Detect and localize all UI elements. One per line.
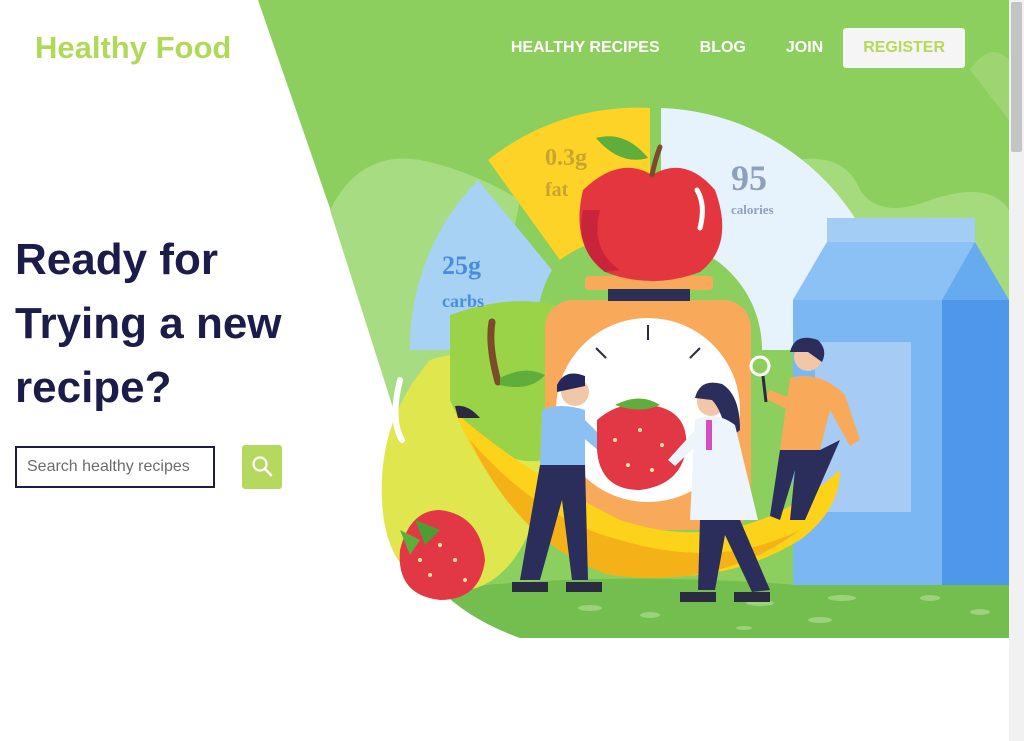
search-button[interactable]: [242, 445, 282, 489]
carbs-label: carbs: [442, 291, 484, 311]
calories-label: calories: [731, 202, 774, 217]
brand-logo[interactable]: Healthy Food: [35, 30, 231, 66]
fat-label: fat: [545, 179, 569, 201]
carbs-value: 25g: [442, 251, 481, 280]
page-scrollbar[interactable]: [1009, 0, 1024, 741]
nav-blog[interactable]: BLOG: [700, 28, 746, 68]
search-icon: [251, 455, 273, 480]
register-button[interactable]: REGISTER: [843, 28, 965, 68]
calories-value: 95: [731, 158, 767, 198]
main-nav: HEALTHY RECIPES BLOG JOIN REGISTER: [471, 28, 965, 68]
search-input[interactable]: [15, 446, 215, 488]
hero-headline: Ready for Trying a new recipe?: [15, 235, 282, 412]
fat-value: 0.3g: [545, 145, 587, 171]
nav-join[interactable]: JOIN: [786, 28, 823, 68]
scrollbar-thumb[interactable]: [1011, 2, 1022, 152]
nav-healthy-recipes[interactable]: HEALTHY RECIPES: [511, 28, 660, 68]
